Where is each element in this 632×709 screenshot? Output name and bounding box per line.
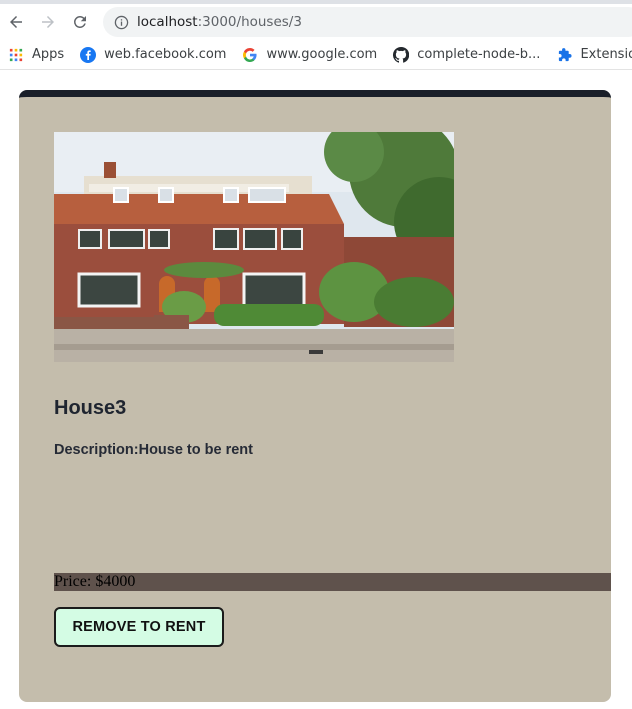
bookmarks-bar: Apps web.facebook.com www.google.com com… bbox=[0, 40, 632, 70]
bookmark-apps[interactable]: Apps bbox=[8, 47, 64, 63]
puzzle-icon bbox=[556, 47, 572, 63]
reload-icon bbox=[73, 15, 86, 28]
address-bar[interactable]: localhost:3000/houses/3 bbox=[103, 7, 632, 37]
google-icon bbox=[242, 47, 258, 63]
bookmark-google[interactable]: www.google.com bbox=[242, 47, 377, 63]
bookmark-label: www.google.com bbox=[266, 47, 378, 62]
house-price: Price: $4000 bbox=[54, 573, 611, 591]
bookmark-label: Extensions bbox=[580, 47, 632, 62]
bookmark-label: web.facebook.com bbox=[104, 47, 227, 62]
url-host: localhost bbox=[137, 14, 198, 30]
forward-arrow-icon bbox=[42, 16, 54, 28]
house-photo-illustration bbox=[54, 132, 454, 362]
facebook-icon bbox=[80, 46, 97, 63]
reload-button[interactable] bbox=[64, 6, 96, 38]
bookmark-facebook[interactable]: web.facebook.com bbox=[80, 46, 227, 63]
bookmark-github[interactable]: complete-node-b... bbox=[393, 46, 541, 63]
remove-to-rent-button[interactable]: REMOVE TO RENT bbox=[54, 607, 224, 647]
house-title: House3 bbox=[54, 397, 127, 419]
house-card: House3 Description:House to be rent Pric… bbox=[19, 90, 611, 702]
github-icon bbox=[393, 46, 410, 63]
url-path: :3000/houses/3 bbox=[197, 14, 302, 30]
forward-button[interactable] bbox=[32, 6, 64, 38]
bookmark-extensions[interactable]: Extensions bbox=[556, 47, 632, 63]
house-photo bbox=[54, 132, 454, 362]
url-text: localhost:3000/houses/3 bbox=[137, 14, 302, 30]
bookmark-label: Apps bbox=[32, 47, 65, 62]
page-body: House3 Description:House to be rent Pric… bbox=[0, 70, 632, 708]
back-arrow-icon bbox=[10, 16, 22, 28]
bookmark-label: complete-node-b... bbox=[417, 47, 541, 62]
info-icon[interactable] bbox=[113, 14, 129, 30]
back-button[interactable] bbox=[0, 6, 32, 38]
house-description: Description:House to be rent bbox=[54, 442, 253, 458]
apps-grid-icon bbox=[8, 47, 24, 63]
browser-toolbar: localhost:3000/houses/3 bbox=[0, 4, 632, 40]
